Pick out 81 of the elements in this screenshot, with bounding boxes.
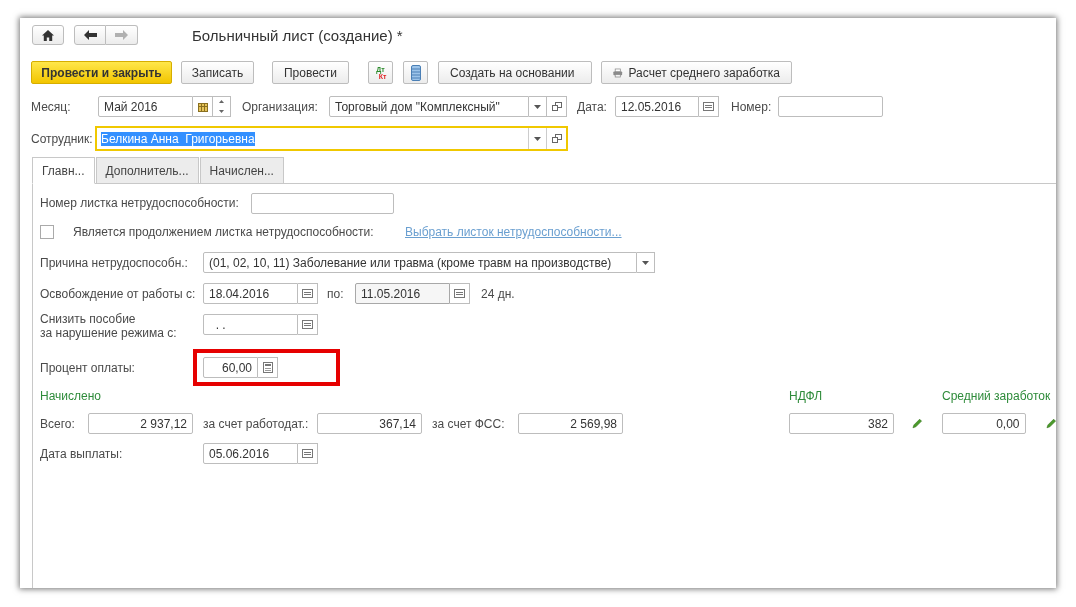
create-based-on-button[interactable]: Создать на основании	[438, 61, 592, 84]
field-label: Номер:	[731, 99, 773, 114]
field-label: Месяц:	[31, 99, 72, 114]
field-label: за счет работодат.:	[203, 416, 310, 431]
calendar-button[interactable]	[450, 283, 470, 304]
calculator-button[interactable]	[258, 357, 278, 378]
open-button[interactable]	[547, 96, 567, 117]
input-field[interactable]: 12.05.2016	[615, 96, 699, 117]
back-arrow-icon	[83, 30, 97, 40]
home-icon	[42, 29, 54, 41]
field-label: Дата выплаты:	[40, 446, 124, 461]
calculator-icon	[262, 362, 273, 373]
calendar-icon	[454, 289, 465, 298]
calendar-button[interactable]	[298, 443, 318, 464]
input-field[interactable]: . .	[203, 314, 298, 335]
caret-icon	[642, 260, 649, 265]
open-window-icon	[551, 102, 562, 111]
field-label: Организация:	[242, 99, 319, 114]
checkbox[interactable]	[40, 225, 54, 239]
forward-arrow-icon	[115, 30, 128, 40]
calendar-icon	[302, 320, 313, 329]
home-button[interactable]	[32, 25, 64, 45]
checkbox-label: Является продолжением листка нетрудоспособности:	[73, 225, 375, 239]
section-heading: НДФЛ	[789, 389, 824, 403]
caret-icon	[534, 136, 541, 141]
calendar-icon	[302, 289, 313, 298]
field-label: Всего:	[40, 416, 76, 431]
choose-button[interactable]	[193, 96, 213, 117]
field-label: Сотрудник:	[31, 131, 94, 146]
input-field[interactable]	[251, 192, 394, 214]
dropdown-button[interactable]	[529, 96, 547, 117]
section-heading: Средний заработок	[942, 389, 1051, 403]
printer-icon	[613, 66, 623, 79]
field-label: Дата:	[577, 99, 608, 114]
combo-field[interactable]: Торговый дом "Комплексный"	[329, 96, 529, 117]
register-button[interactable]	[403, 61, 428, 84]
calendar-icon	[302, 449, 313, 458]
field-label: Процент оплаты:	[40, 360, 136, 375]
field-label: Причина нетрудоспособн.:	[40, 255, 189, 270]
field-label: Освобождение от работы с:	[40, 286, 197, 301]
number-field[interactable]: 60,00	[203, 357, 258, 378]
input-field[interactable]: 05.06.2016	[203, 443, 298, 464]
pencil-icon[interactable]	[1045, 418, 1056, 429]
field-label: Снизить пособие за нарушение режима с:	[40, 312, 178, 340]
input-field[interactable]: 11.05.2016	[355, 283, 450, 304]
number-field[interactable]: 2 937,12	[88, 413, 193, 434]
number-field[interactable]: 367,14	[317, 413, 422, 434]
combo-field[interactable]: (01, 02, 10, 11) Заболевание или травма (кроме травм на производстве)	[203, 252, 637, 273]
spinner-control[interactable]	[213, 96, 231, 117]
section-heading: Начислено	[40, 389, 102, 403]
number-field[interactable]: 2 569,98	[518, 413, 623, 434]
tab[interactable]: Дополнитель...	[95, 157, 199, 184]
duration-text: 24 дн.	[481, 286, 515, 301]
calendar-button[interactable]	[298, 314, 318, 335]
caret-icon	[534, 104, 541, 109]
up-arrow-icon[interactable]	[219, 100, 224, 104]
input-field[interactable]: 18.04.2016	[203, 283, 298, 304]
dropdown-button[interactable]	[637, 252, 655, 273]
field-label: по:	[327, 286, 345, 301]
number-field[interactable]: 382	[789, 413, 894, 434]
open-window-icon	[551, 134, 562, 143]
calendar-button[interactable]	[298, 283, 318, 304]
calendar-button[interactable]	[699, 96, 719, 117]
field-label: за счет ФСС:	[432, 416, 506, 431]
report-button[interactable]: Расчет среднего заработка	[601, 61, 792, 84]
tab[interactable]: Начислен...	[199, 157, 284, 184]
pencil-icon[interactable]	[912, 418, 923, 429]
input-field[interactable]: Май 2016	[98, 96, 193, 117]
number-field[interactable]: 0,00	[941, 413, 1026, 434]
toolbar-button[interactable]: Провести	[272, 61, 349, 84]
toolbar-button[interactable]: Записать	[181, 61, 254, 84]
input-field[interactable]	[778, 96, 883, 117]
calendar-icon	[703, 102, 714, 111]
down-arrow-icon[interactable]	[219, 109, 224, 113]
window-title: Больничный лист (создание) *	[192, 26, 403, 44]
field-label: Номер листка нетрудоспособности:	[40, 196, 240, 210]
post-and-close-button[interactable]: Провести и закрыть	[31, 61, 172, 84]
month-picker-icon	[197, 101, 208, 112]
register-icon	[410, 64, 421, 81]
back-button[interactable]	[74, 25, 106, 45]
tab[interactable]: Главн...	[32, 157, 95, 184]
